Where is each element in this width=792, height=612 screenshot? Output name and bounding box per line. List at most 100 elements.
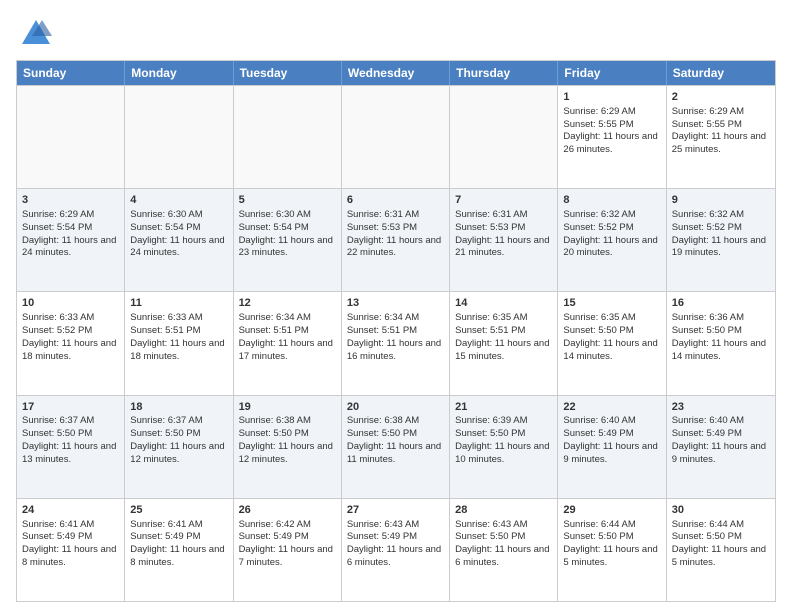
- day-info-line: Daylight: 11 hours and 7 minutes.: [239, 544, 336, 570]
- day-info-line: Sunrise: 6:29 AM: [563, 106, 660, 119]
- day-number: 19: [239, 400, 336, 415]
- day-number: 6: [347, 193, 444, 208]
- day-info-line: Sunset: 5:49 PM: [130, 531, 227, 544]
- day-info-line: Daylight: 11 hours and 24 minutes.: [130, 235, 227, 261]
- day-info-line: Sunrise: 6:41 AM: [22, 519, 119, 532]
- header-wednesday: Wednesday: [342, 61, 450, 85]
- day-info-line: Daylight: 11 hours and 22 minutes.: [347, 235, 444, 261]
- day-number: 14: [455, 296, 552, 311]
- day-info-line: Sunrise: 6:31 AM: [347, 209, 444, 222]
- day-info-line: Sunrise: 6:41 AM: [130, 519, 227, 532]
- day-number: 29: [563, 503, 660, 518]
- day-number: 5: [239, 193, 336, 208]
- calendar-cell-day-9: 9Sunrise: 6:32 AMSunset: 5:52 PMDaylight…: [667, 189, 775, 291]
- day-number: 1: [563, 90, 660, 105]
- day-number: 22: [563, 400, 660, 415]
- calendar-cell-day-2: 2Sunrise: 6:29 AMSunset: 5:55 PMDaylight…: [667, 86, 775, 188]
- day-number: 23: [672, 400, 770, 415]
- calendar-cell-day-30: 30Sunrise: 6:44 AMSunset: 5:50 PMDayligh…: [667, 499, 775, 601]
- calendar-cell-day-19: 19Sunrise: 6:38 AMSunset: 5:50 PMDayligh…: [234, 396, 342, 498]
- day-info-line: Daylight: 11 hours and 16 minutes.: [347, 338, 444, 364]
- logo-icon: [16, 16, 52, 52]
- calendar-cell-day-23: 23Sunrise: 6:40 AMSunset: 5:49 PMDayligh…: [667, 396, 775, 498]
- day-info-line: Sunrise: 6:32 AM: [672, 209, 770, 222]
- day-number: 16: [672, 296, 770, 311]
- day-number: 10: [22, 296, 119, 311]
- header-saturday: Saturday: [667, 61, 775, 85]
- day-info-line: Sunrise: 6:43 AM: [455, 519, 552, 532]
- day-info-line: Daylight: 11 hours and 18 minutes.: [22, 338, 119, 364]
- day-info-line: Daylight: 11 hours and 5 minutes.: [563, 544, 660, 570]
- day-info-line: Sunrise: 6:33 AM: [22, 312, 119, 325]
- day-number: 2: [672, 90, 770, 105]
- calendar-cell-day-8: 8Sunrise: 6:32 AMSunset: 5:52 PMDaylight…: [558, 189, 666, 291]
- day-info-line: Daylight: 11 hours and 18 minutes.: [130, 338, 227, 364]
- day-number: 30: [672, 503, 770, 518]
- day-number: 15: [563, 296, 660, 311]
- page: Sunday Monday Tuesday Wednesday Thursday…: [0, 0, 792, 612]
- day-info-line: Daylight: 11 hours and 6 minutes.: [347, 544, 444, 570]
- day-info-line: Daylight: 11 hours and 17 minutes.: [239, 338, 336, 364]
- calendar-header: Sunday Monday Tuesday Wednesday Thursday…: [17, 61, 775, 85]
- day-info-line: Sunset: 5:49 PM: [672, 428, 770, 441]
- calendar-cell-empty: [450, 86, 558, 188]
- calendar-cell-empty: [342, 86, 450, 188]
- calendar-cell-empty: [17, 86, 125, 188]
- day-info-line: Daylight: 11 hours and 15 minutes.: [455, 338, 552, 364]
- day-info-line: Sunset: 5:54 PM: [239, 222, 336, 235]
- day-info-line: Daylight: 11 hours and 26 minutes.: [563, 131, 660, 157]
- calendar-cell-day-3: 3Sunrise: 6:29 AMSunset: 5:54 PMDaylight…: [17, 189, 125, 291]
- calendar-cell-day-11: 11Sunrise: 6:33 AMSunset: 5:51 PMDayligh…: [125, 292, 233, 394]
- day-info-line: Sunset: 5:53 PM: [455, 222, 552, 235]
- calendar-cell-day-1: 1Sunrise: 6:29 AMSunset: 5:55 PMDaylight…: [558, 86, 666, 188]
- header-tuesday: Tuesday: [234, 61, 342, 85]
- day-info-line: Sunrise: 6:39 AM: [455, 415, 552, 428]
- day-info-line: Sunset: 5:50 PM: [239, 428, 336, 441]
- calendar-cell-day-20: 20Sunrise: 6:38 AMSunset: 5:50 PMDayligh…: [342, 396, 450, 498]
- calendar-row-3: 10Sunrise: 6:33 AMSunset: 5:52 PMDayligh…: [17, 291, 775, 394]
- day-number: 24: [22, 503, 119, 518]
- header-monday: Monday: [125, 61, 233, 85]
- day-info-line: Sunset: 5:52 PM: [22, 325, 119, 338]
- day-info-line: Sunset: 5:50 PM: [563, 325, 660, 338]
- calendar-cell-day-13: 13Sunrise: 6:34 AMSunset: 5:51 PMDayligh…: [342, 292, 450, 394]
- calendar-cell-day-26: 26Sunrise: 6:42 AMSunset: 5:49 PMDayligh…: [234, 499, 342, 601]
- day-info-line: Sunrise: 6:31 AM: [455, 209, 552, 222]
- logo: [16, 16, 56, 52]
- calendar-cell-day-16: 16Sunrise: 6:36 AMSunset: 5:50 PMDayligh…: [667, 292, 775, 394]
- calendar-row-1: 1Sunrise: 6:29 AMSunset: 5:55 PMDaylight…: [17, 85, 775, 188]
- calendar-body: 1Sunrise: 6:29 AMSunset: 5:55 PMDaylight…: [17, 85, 775, 601]
- day-info-line: Sunrise: 6:43 AM: [347, 519, 444, 532]
- day-info-line: Sunrise: 6:32 AM: [563, 209, 660, 222]
- day-number: 8: [563, 193, 660, 208]
- day-info-line: Sunset: 5:49 PM: [239, 531, 336, 544]
- day-info-line: Sunrise: 6:38 AM: [239, 415, 336, 428]
- day-info-line: Sunset: 5:52 PM: [563, 222, 660, 235]
- day-info-line: Daylight: 11 hours and 8 minutes.: [22, 544, 119, 570]
- header-thursday: Thursday: [450, 61, 558, 85]
- day-number: 12: [239, 296, 336, 311]
- calendar-cell-day-4: 4Sunrise: 6:30 AMSunset: 5:54 PMDaylight…: [125, 189, 233, 291]
- day-info-line: Daylight: 11 hours and 12 minutes.: [130, 441, 227, 467]
- day-info-line: Daylight: 11 hours and 13 minutes.: [22, 441, 119, 467]
- day-info-line: Sunset: 5:50 PM: [347, 428, 444, 441]
- day-info-line: Daylight: 11 hours and 8 minutes.: [130, 544, 227, 570]
- day-info-line: Sunset: 5:51 PM: [455, 325, 552, 338]
- calendar-cell-day-10: 10Sunrise: 6:33 AMSunset: 5:52 PMDayligh…: [17, 292, 125, 394]
- day-info-line: Sunrise: 6:35 AM: [455, 312, 552, 325]
- calendar-row-5: 24Sunrise: 6:41 AMSunset: 5:49 PMDayligh…: [17, 498, 775, 601]
- day-number: 25: [130, 503, 227, 518]
- calendar-cell-day-25: 25Sunrise: 6:41 AMSunset: 5:49 PMDayligh…: [125, 499, 233, 601]
- calendar-cell-day-12: 12Sunrise: 6:34 AMSunset: 5:51 PMDayligh…: [234, 292, 342, 394]
- calendar-cell-day-22: 22Sunrise: 6:40 AMSunset: 5:49 PMDayligh…: [558, 396, 666, 498]
- day-info-line: Sunset: 5:50 PM: [455, 531, 552, 544]
- day-info-line: Sunrise: 6:35 AM: [563, 312, 660, 325]
- calendar: Sunday Monday Tuesday Wednesday Thursday…: [16, 60, 776, 602]
- day-info-line: Daylight: 11 hours and 23 minutes.: [239, 235, 336, 261]
- day-info-line: Sunset: 5:49 PM: [563, 428, 660, 441]
- day-info-line: Sunset: 5:51 PM: [347, 325, 444, 338]
- day-info-line: Sunrise: 6:29 AM: [672, 106, 770, 119]
- header: [16, 16, 776, 52]
- day-number: 18: [130, 400, 227, 415]
- day-info-line: Sunset: 5:51 PM: [130, 325, 227, 338]
